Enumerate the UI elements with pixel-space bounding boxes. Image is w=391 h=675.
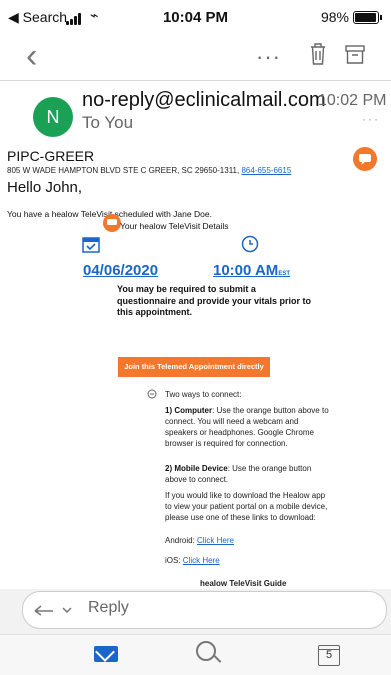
archive-icon[interactable] <box>345 42 365 66</box>
back-chevron-icon[interactable]: ‹ <box>26 36 37 76</box>
televisit-guide-cut: healow TeleVisit Guide <box>200 579 287 588</box>
televisit-details-label: Your healow TeleVisit Details <box>120 221 229 231</box>
timezone: EST <box>278 271 290 277</box>
sender-avatar: N <box>33 97 73 137</box>
trash-icon[interactable] <box>309 42 327 66</box>
message-toolbar: ‹ ··· <box>0 36 391 81</box>
phone-link[interactable]: 864-655-6615 <box>241 166 291 175</box>
recipient-label[interactable]: To You <box>82 113 133 133</box>
ios-label: iOS: <box>165 556 183 565</box>
search-tab-icon[interactable] <box>196 641 216 661</box>
reply-arrow-icon[interactable] <box>33 602 73 618</box>
appointment-time[interactable]: 10:00 AMEST <box>213 262 290 279</box>
battery-percent: 98% <box>320 9 349 25</box>
computer-instructions: 1) Computer: Use the orange button above… <box>165 405 331 449</box>
questionnaire-notice: You may be required to submit a question… <box>117 284 312 317</box>
received-time: 10:02 PM <box>318 92 387 109</box>
practice-address: 805 W WADE HAMPTON BLVD STE C GREER, SC … <box>7 166 291 175</box>
message-more-icon[interactable]: ··· <box>362 112 380 126</box>
connect-icon <box>147 389 157 399</box>
chat-bubble-icon[interactable] <box>353 147 377 171</box>
download-instructions: If you would like to download the Healow… <box>165 491 328 522</box>
android-link-row: Android: Click Here <box>165 535 331 546</box>
chat-glyph-icon <box>359 154 371 165</box>
more-options-icon[interactable]: ··· <box>256 44 281 70</box>
ios-click-here-link[interactable]: Click Here <box>183 556 220 565</box>
android-click-here-link[interactable]: Click Here <box>197 536 234 545</box>
appointment-time-value: 10:00 AM <box>213 262 279 279</box>
two-ways-label: Two ways to connect: <box>165 390 242 399</box>
android-label: Android: <box>165 536 198 545</box>
reply-label: Reply <box>88 599 129 616</box>
mobile-instructions: 2) Mobile Device: Use the orange button … <box>165 463 331 485</box>
mail-tab-icon[interactable] <box>94 646 118 662</box>
address-text: 805 W WADE HAMPTON BLVD STE C GREER, SC … <box>7 166 242 175</box>
greeting: Hello John, <box>7 179 83 196</box>
chat-bubble-small-icon <box>103 214 121 232</box>
join-telemed-button[interactable]: Join this Telemed Appointment directly <box>118 357 270 377</box>
clock-icon <box>241 235 259 253</box>
reply-field[interactable] <box>22 591 387 629</box>
ios-link-row: iOS: Click Here <box>165 555 331 566</box>
battery-icon <box>353 11 382 24</box>
mobile-title: 2) Mobile Device <box>165 464 228 473</box>
status-bar: ◀ Search ⌁ 10:04 PM 98% <box>0 0 391 36</box>
chat-glyph-small-icon <box>107 219 117 225</box>
practice-name: PIPC-GREER <box>7 148 95 164</box>
calendar-tab-icon[interactable]: 5 <box>318 645 340 666</box>
computer-title: 1) Computer <box>165 406 213 415</box>
calendar-check-icon <box>82 237 100 253</box>
appointment-date[interactable]: 04/06/2020 <box>83 262 158 279</box>
sender-address[interactable]: no-reply@eclinicalmail.com <box>82 89 326 112</box>
